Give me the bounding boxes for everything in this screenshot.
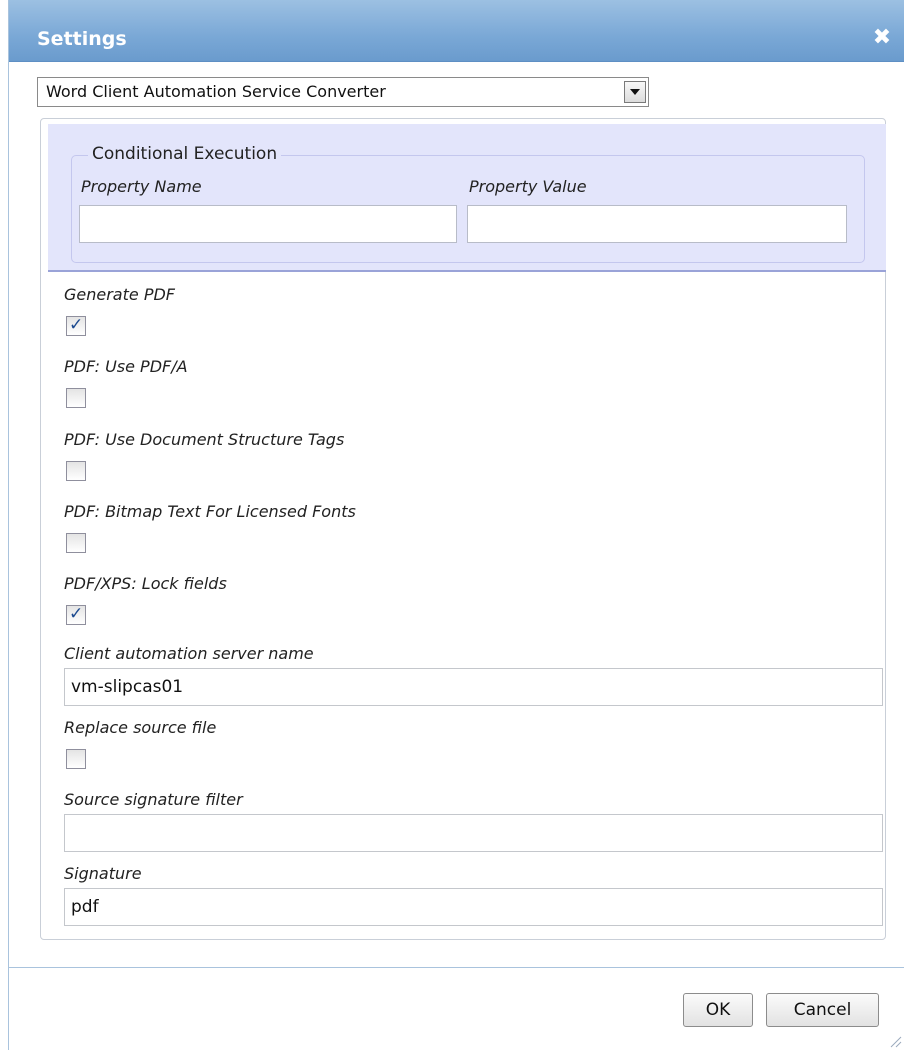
use-pdfa-checkbox[interactable] <box>66 388 86 408</box>
cancel-button[interactable]: Cancel <box>766 993 879 1027</box>
generate-pdf-label: Generate PDF <box>64 285 175 304</box>
lock-fields-label: PDF/XPS: Lock fields <box>64 574 227 593</box>
lock-fields-checkbox[interactable]: ✓ <box>66 604 86 625</box>
bitmap-text-checkbox[interactable] <box>66 533 86 553</box>
signature-value: pdf <box>71 897 99 917</box>
source-filter-label: Source signature filter <box>64 790 243 809</box>
client-server-value: vm-slipcas01 <box>71 677 184 697</box>
signature-input[interactable]: pdf <box>64 888 883 926</box>
ok-button[interactable]: OK <box>683 993 753 1027</box>
client-server-label: Client automation server name <box>64 644 314 663</box>
check-icon: ✓ <box>69 315 84 335</box>
settings-panel: Conditional Execution Property Name Prop… <box>40 118 886 940</box>
property-value-label: Property Value <box>469 177 587 196</box>
property-value-input[interactable] <box>467 205 847 243</box>
property-name-label: Property Name <box>81 177 202 196</box>
client-server-input[interactable]: vm-slipcas01 <box>64 668 883 706</box>
source-filter-input[interactable] <box>64 814 883 852</box>
property-name-input[interactable] <box>79 205 457 243</box>
settings-dialog: Settings ✖ Word Client Automation Servic… <box>8 0 904 1050</box>
replace-source-label: Replace source file <box>64 718 217 737</box>
bitmap-text-label: PDF: Bitmap Text For Licensed Fonts <box>64 502 356 521</box>
conditional-execution-legend: Conditional Execution <box>88 142 282 166</box>
use-structure-tags-label: PDF: Use Document Structure Tags <box>64 430 345 449</box>
use-pdfa-label: PDF: Use PDF/A <box>64 357 188 376</box>
dialog-title: Settings <box>37 28 127 50</box>
resize-grip-icon[interactable] <box>888 1034 902 1048</box>
signature-label: Signature <box>64 864 142 883</box>
converter-select[interactable]: Word Client Automation Service Converter <box>37 77 649 107</box>
dialog-titlebar[interactable]: Settings ✖ <box>9 0 904 62</box>
footer-divider <box>9 967 904 968</box>
use-structure-tags-checkbox[interactable] <box>66 461 86 481</box>
check-icon: ✓ <box>69 604 84 624</box>
replace-source-checkbox[interactable] <box>66 749 86 769</box>
conditional-execution-section: Conditional Execution Property Name Prop… <box>48 124 886 272</box>
generate-pdf-checkbox[interactable]: ✓ <box>66 315 86 336</box>
converter-select-value: Word Client Automation Service Converter <box>46 82 386 101</box>
dropdown-arrow-icon[interactable] <box>624 81 646 103</box>
close-icon[interactable]: ✖ <box>871 26 893 50</box>
